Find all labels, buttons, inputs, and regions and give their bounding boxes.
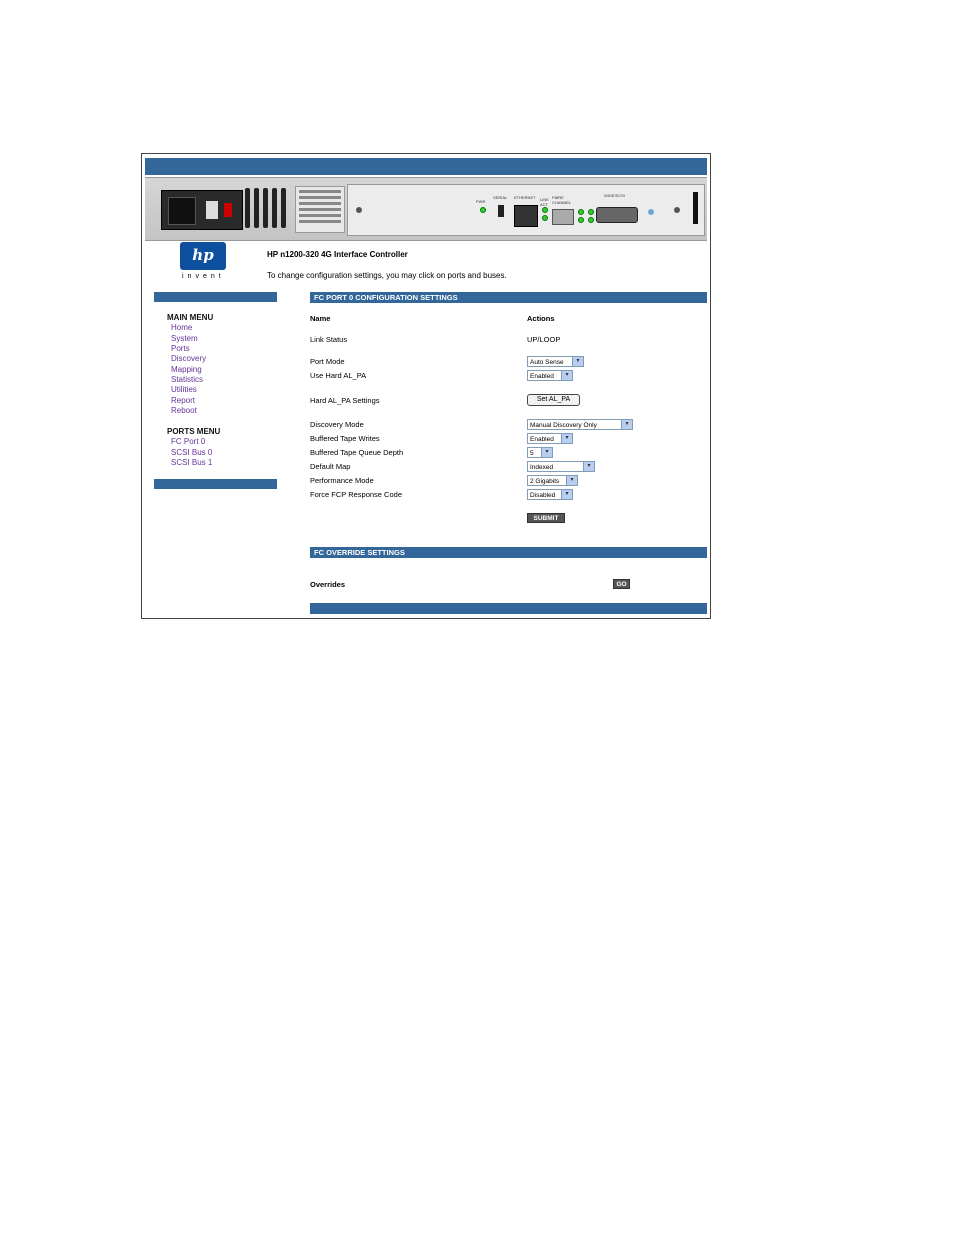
chevron-down-icon: ▾ — [621, 420, 632, 429]
sidebar-item-mapping[interactable]: Mapping — [171, 365, 202, 374]
sidebar-item-statistics[interactable]: Statistics — [171, 375, 203, 384]
serial-label: SERIAL — [493, 195, 508, 200]
discovery-mode-select[interactable]: Manual Discovery Only ▾ — [527, 419, 633, 430]
io-panel: PWR SERIAL ETHERNET LINK ACT FIBRE CHANN… — [347, 184, 705, 236]
sidebar-item-scsi-bus-1[interactable]: SCSI Bus 1 — [171, 458, 212, 467]
submit-button[interactable]: SUBMIT — [527, 513, 565, 523]
link-status-value: UP/LOOP — [527, 335, 561, 344]
page-description: To change configuration settings, you ma… — [267, 271, 507, 280]
wide-scsi-label: WIDE/SCSI — [604, 193, 625, 198]
status-led-icon — [648, 209, 654, 215]
performance-mode-select[interactable]: 2 Gigabits ▾ — [527, 475, 578, 486]
discovery-mode-label: Discovery Mode — [310, 420, 364, 429]
use-hard-alpa-select[interactable]: Enabled ▾ — [527, 370, 573, 381]
sidebar-item-report[interactable]: Report — [171, 396, 195, 405]
override-section-header: FC OVERRIDE SETTINGS — [310, 547, 707, 558]
sidebar-item-system[interactable]: System — [171, 334, 198, 343]
fc-led-icon — [578, 217, 584, 223]
fibre-channel-port-icon[interactable] — [552, 209, 574, 225]
chevron-down-icon: ▾ — [566, 476, 577, 485]
set-alpa-button[interactable]: Set AL_PA — [527, 394, 580, 406]
default-map-label: Default Map — [310, 462, 351, 471]
chevron-down-icon: ▾ — [561, 434, 572, 443]
vent-slots — [245, 188, 291, 230]
screw-icon — [674, 207, 680, 213]
scsi-led-icon — [588, 209, 594, 215]
actions-column-header: Actions — [527, 314, 555, 323]
serial-port-icon[interactable] — [498, 205, 504, 217]
use-hard-alpa-label: Use Hard AL_PA — [310, 371, 367, 380]
force-fcp-response-label: Force FCP Response Code — [310, 490, 402, 499]
force-fcp-response-select[interactable]: Disabled ▾ — [527, 489, 573, 500]
config-section-header: FC PORT 0 CONFIGURATION SETTINGS — [310, 292, 707, 303]
link-led-icon — [542, 207, 548, 213]
logo-tagline: invent — [182, 273, 225, 280]
chevron-down-icon: ▾ — [583, 462, 594, 471]
chassis-handle — [693, 192, 698, 224]
port-mode-select[interactable]: Auto Sense ▾ — [527, 356, 584, 367]
ethernet-label: ETHERNET — [514, 195, 536, 200]
overrides-label: Overrides — [310, 580, 346, 589]
controller-chassis-image: PWR SERIAL ETHERNET LINK ACT FIBRE CHANN… — [145, 177, 707, 241]
top-banner-bar — [145, 158, 707, 175]
sidebar-top-bar — [154, 292, 277, 302]
scsi-led-icon — [588, 217, 594, 223]
chevron-down-icon: ▾ — [561, 490, 572, 499]
power-plug-icon — [168, 197, 196, 225]
power-switch-icon — [206, 201, 218, 219]
name-column-header: Name — [310, 314, 331, 323]
sidebar-item-discovery[interactable]: Discovery — [171, 354, 206, 363]
sidebar-item-scsi-bus-0[interactable]: SCSI Bus 0 — [171, 448, 212, 457]
act-led-icon — [542, 215, 548, 221]
ethernet-port-icon[interactable] — [514, 205, 538, 227]
chassis-label-plate — [295, 186, 345, 233]
link-act-label: LINK ACT — [540, 197, 549, 207]
browser-page-frame: PWR SERIAL ETHERNET LINK ACT FIBRE CHANN… — [141, 153, 711, 619]
sidebar-item-fc-port-0[interactable]: FC Port 0 — [171, 437, 205, 446]
chevron-down-icon: ▾ — [541, 448, 552, 457]
sidebar-item-utilities[interactable]: Utilities — [171, 385, 197, 394]
screw-icon — [356, 207, 362, 213]
link-status-label: Link Status — [310, 335, 348, 344]
chevron-down-icon: ▾ — [572, 357, 583, 366]
chevron-down-icon: ▾ — [561, 371, 572, 380]
go-button[interactable]: GO — [613, 579, 630, 589]
hard-alpa-settings-label: Hard AL_PA Settings — [310, 396, 380, 405]
sidebar-item-reboot[interactable]: Reboot — [171, 406, 197, 415]
power-supply-module — [161, 190, 243, 230]
fc-led-icon — [578, 209, 584, 215]
default-map-select[interactable]: Indexed ▾ — [527, 461, 595, 472]
scsi-port-icon[interactable] — [596, 207, 638, 223]
port-mode-label: Port Mode — [310, 357, 345, 366]
performance-mode-label: Performance Mode — [310, 476, 374, 485]
pwr-label: PWR — [476, 199, 486, 204]
sidebar-bottom-bar — [154, 479, 277, 489]
sidebar-item-ports[interactable]: Ports — [171, 344, 190, 353]
main-menu-heading: MAIN MENU — [167, 313, 214, 322]
queue-depth-select[interactable]: 5 ▾ — [527, 447, 553, 458]
page-title: HP n1200-320 4G Interface Controller — [267, 250, 408, 259]
buffered-tape-writes-select[interactable]: Enabled ▾ — [527, 433, 573, 444]
buffered-tape-writes-label: Buffered Tape Writes — [310, 434, 380, 443]
hp-logo: hp — [180, 242, 226, 270]
pwr-led-icon — [480, 207, 486, 213]
fibre-channel-label: FIBRE CHANNEL — [552, 195, 572, 205]
sidebar-item-home[interactable]: Home — [171, 323, 192, 332]
ports-menu-heading: PORTS MENU — [167, 427, 221, 436]
power-indicator-icon — [224, 203, 232, 217]
queue-depth-label: Buffered Tape Queue Depth — [310, 448, 404, 457]
footer-bar — [310, 603, 707, 614]
